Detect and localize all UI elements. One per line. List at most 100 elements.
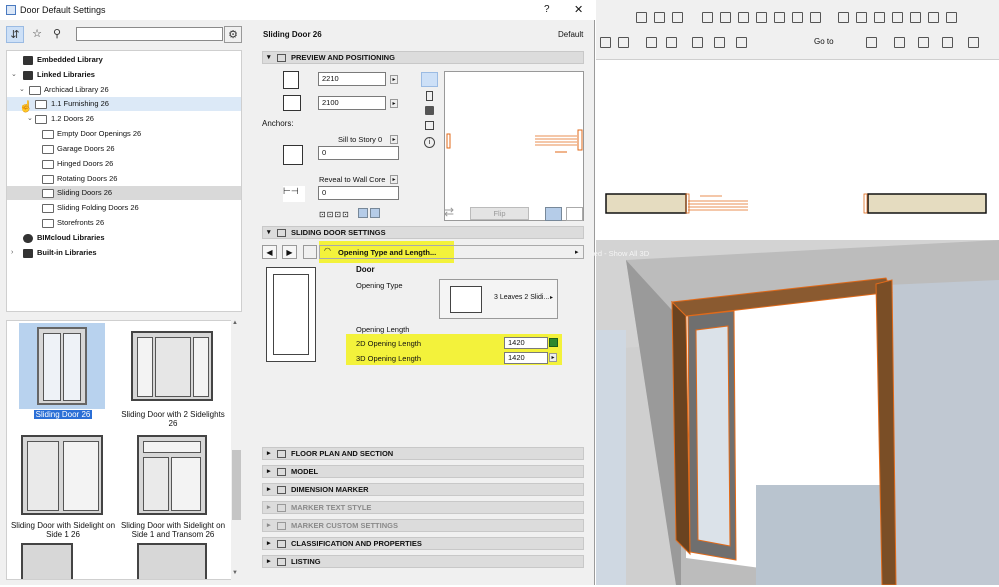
next-page-button[interactable]: ▶ — [282, 245, 297, 259]
toolbar-icon[interactable] — [702, 12, 713, 23]
goto-menu[interactable]: Go to — [814, 37, 834, 46]
toolbar-icon[interactable] — [892, 12, 903, 23]
favorites-star-icon[interactable]: ☆ — [28, 26, 46, 43]
section-marker-custom-settings[interactable]: ▸ MARKER CUSTOM SETTINGS — [262, 519, 584, 532]
toolbar-icon[interactable] — [756, 12, 767, 23]
scroll-up-icon[interactable]: ▲ — [232, 320, 238, 326]
reveal-arrow-button[interactable]: ▸ — [390, 175, 398, 184]
tree-item-linked-libraries[interactable]: ⌄ Linked Libraries — [7, 68, 241, 82]
section-classification[interactable]: ▸ CLASSIFICATION AND PROPERTIES — [262, 537, 584, 550]
gallery-caption-selected[interactable]: Sliding Door 26 — [7, 410, 119, 419]
thumb-sliding-door[interactable] — [37, 327, 87, 405]
sill-field[interactable]: 0 — [318, 146, 399, 160]
height-arrow-button[interactable]: ▸ — [390, 99, 398, 108]
reveal-field[interactable]: 0 — [318, 186, 399, 200]
toolbar-icon[interactable] — [714, 37, 725, 48]
opening-type-selector[interactable]: 3 Leaves 2 Slidi... ▸ — [439, 279, 558, 319]
tree-item-doors[interactable]: ⌄ 1.2 Doors 26 — [7, 112, 241, 126]
page-selector[interactable]: ◠ Opening Type and Length... ▸ — [319, 245, 584, 259]
toolbar-icon[interactable] — [636, 12, 647, 23]
tree-item-sliding-doors[interactable]: Sliding Doors 26 — [7, 186, 241, 200]
search-icon[interactable]: ⚲ — [48, 26, 66, 43]
3d-view-icon[interactable] — [425, 106, 434, 115]
section-preview-positioning[interactable]: ▾ PREVIEW AND POSITIONING — [262, 51, 584, 64]
thumb-sliding-door-2-sidelights[interactable] — [131, 331, 213, 401]
tree-item-archicad-library[interactable]: ⌄ Archicad Library 26 — [7, 83, 241, 97]
tree-item-hinged-doors[interactable]: Hinged Doors 26 — [7, 157, 241, 171]
info-icon[interactable]: i — [424, 137, 435, 148]
toolbar-icon[interactable] — [874, 12, 885, 23]
section-marker-text-style[interactable]: ▸ MARKER TEXT STYLE — [262, 501, 584, 514]
chevron-down-icon[interactable]: ⌄ — [27, 112, 35, 126]
help-button[interactable]: ? — [544, 4, 550, 15]
flip-button[interactable]: Flip — [470, 207, 529, 220]
section-dimension-marker[interactable]: ▸ DIMENSION MARKER — [262, 483, 584, 496]
search-input[interactable] — [76, 27, 223, 41]
toolbar-icon[interactable] — [738, 12, 749, 23]
tree-item-storefronts[interactable]: Storefronts 26 — [7, 216, 241, 230]
height-field[interactable]: 2100 — [318, 96, 386, 110]
opening-side-icon[interactable] — [566, 207, 583, 221]
section-sliding-door-settings[interactable]: ▾ SLIDING DOOR SETTINGS — [262, 226, 584, 239]
width-field[interactable]: 2210 — [318, 72, 386, 86]
toolbar-icon[interactable] — [654, 12, 665, 23]
toolbar-icon[interactable] — [810, 12, 821, 23]
tree-item-bimcloud-libraries[interactable]: BIMcloud Libraries — [7, 231, 241, 245]
toolbar-icon[interactable] — [720, 12, 731, 23]
thumb-sliding-door-transom[interactable] — [137, 435, 207, 515]
thumb-sliding-door-sidelight[interactable] — [21, 435, 103, 515]
preview-window[interactable] — [444, 71, 584, 221]
toolbar-icon[interactable] — [692, 37, 703, 48]
opening-side-icon[interactable] — [545, 207, 562, 221]
anchor-button-active[interactable] — [358, 208, 368, 218]
gallery-caption[interactable]: Sliding Door with 2 Sidelights 26 — [117, 410, 229, 428]
gear-icon[interactable]: ⚙ — [224, 26, 242, 43]
toolbar-icon[interactable] — [774, 12, 785, 23]
sill-arrow-button[interactable]: ▸ — [390, 135, 398, 144]
toolbar-icon[interactable] — [792, 12, 803, 23]
tree-item-sliding-folding-doors[interactable]: Sliding Folding Doors 26 — [7, 201, 241, 215]
toolbar-icon[interactable] — [856, 12, 867, 23]
tree-item-furnishing[interactable]: 1.1 Furnishing 26 ☝ — [7, 97, 241, 113]
toolbar-icon[interactable] — [666, 37, 677, 48]
tree-item-rotating-doors[interactable]: Rotating Doors 26 — [7, 172, 241, 186]
anchor-buttons[interactable]: ⊡⊡⊡⊡ — [319, 210, 350, 219]
toolbar-icon[interactable] — [910, 12, 921, 23]
section-model[interactable]: ▸ MODEL — [262, 465, 584, 478]
reveal-icon[interactable]: ⊢⊣ — [283, 186, 305, 202]
tree-item-built-in-libraries[interactable]: › Built-in Libraries — [7, 246, 241, 260]
filter-view-icon[interactable]: ⇵ — [6, 26, 24, 43]
chevron-right-icon[interactable]: › — [11, 246, 19, 260]
sill-anchor-icon[interactable] — [283, 145, 303, 165]
scrollbar-thumb[interactable] — [232, 450, 241, 520]
section-view-icon[interactable] — [425, 121, 434, 130]
plan-view-icon[interactable] — [421, 72, 438, 87]
gallery-scrollbar[interactable]: ▲ ▼ — [231, 320, 242, 580]
toolbar-icon[interactable] — [618, 37, 629, 48]
plan-view-canvas[interactable] — [596, 60, 999, 240]
toolbar-icon[interactable] — [928, 12, 939, 23]
gallery-caption[interactable]: Sliding Door with Sidelight on Side 1 an… — [117, 521, 229, 539]
toolbar-icon[interactable] — [918, 37, 929, 48]
length-2d-field[interactable]: 1420 — [504, 337, 548, 349]
chevron-down-icon[interactable]: ⌄ — [11, 68, 19, 82]
section-listing[interactable]: ▸ LISTING — [262, 555, 584, 568]
parameters-list-icon[interactable] — [303, 245, 317, 259]
toolbar-icon[interactable] — [838, 12, 849, 23]
length-2d-link-button[interactable] — [549, 338, 558, 347]
toolbar-icon[interactable] — [946, 12, 957, 23]
toolbar-icon[interactable] — [968, 37, 979, 48]
length-3d-field[interactable]: 1420 — [504, 352, 548, 364]
chevron-down-icon[interactable]: ⌄ — [19, 83, 27, 97]
toolbar-icon[interactable] — [600, 37, 611, 48]
toolbar-icon[interactable] — [646, 37, 657, 48]
anchor-button-active[interactable] — [370, 208, 380, 218]
scroll-down-icon[interactable]: ▼ — [232, 570, 238, 576]
toolbar-icon[interactable] — [672, 12, 683, 23]
width-arrow-button[interactable]: ▸ — [390, 75, 398, 84]
gallery-caption[interactable]: Sliding Door with Sidelight on Side 1 26 — [7, 521, 119, 539]
toolbar-icon[interactable] — [894, 37, 905, 48]
prev-page-button[interactable]: ◀ — [262, 245, 277, 259]
3d-view-canvas[interactable]: led - Show All 3D — [592, 240, 999, 586]
section-floor-plan[interactable]: ▸ FLOOR PLAN AND SECTION — [262, 447, 584, 460]
